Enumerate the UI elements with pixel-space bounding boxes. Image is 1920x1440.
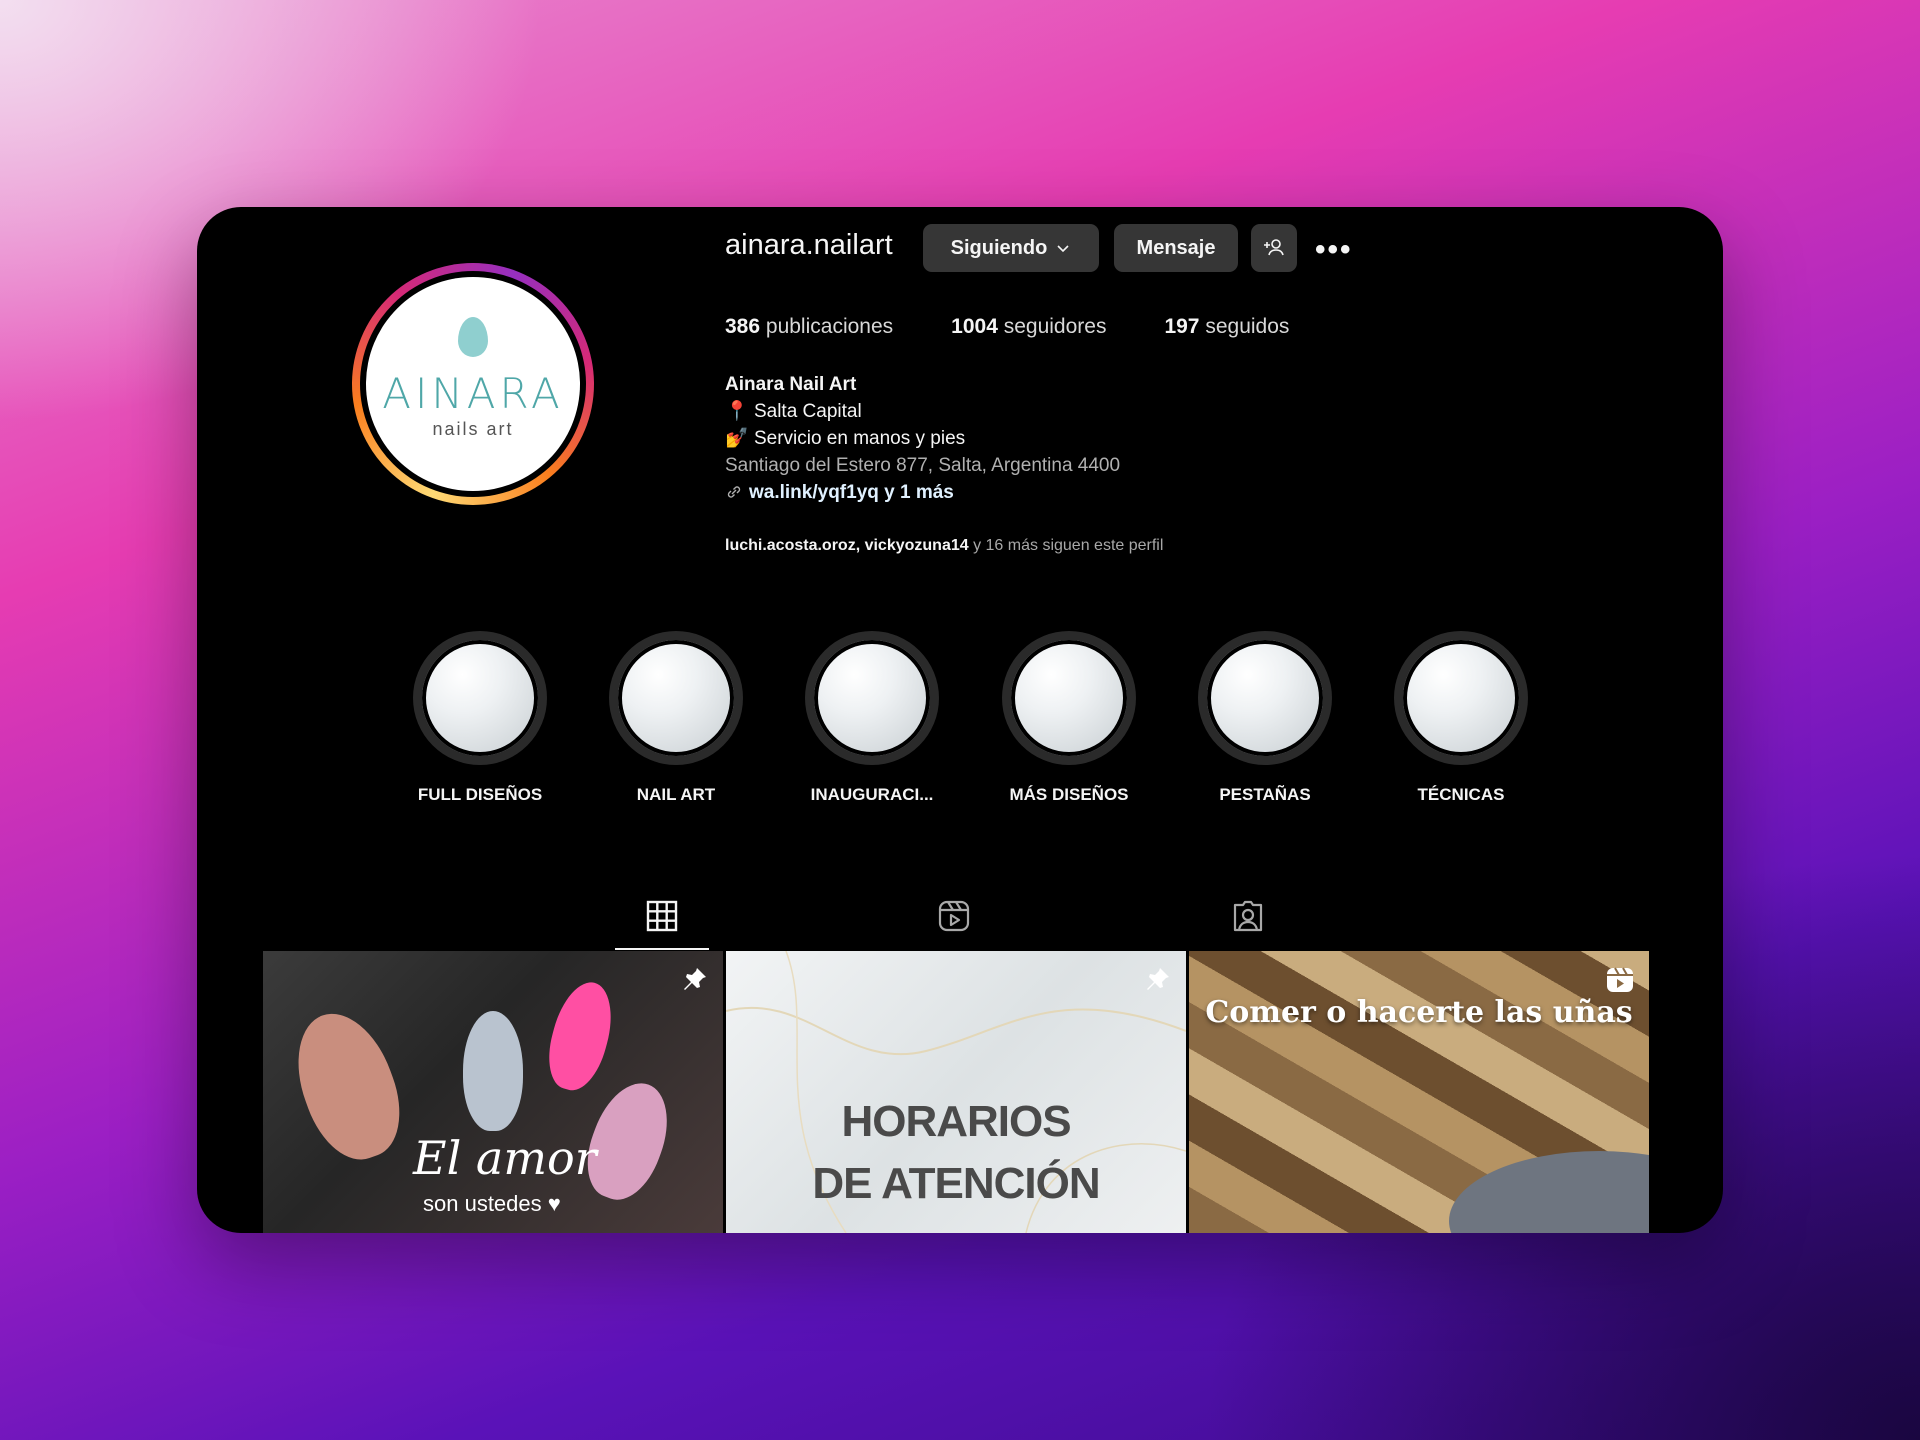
post-caption-line1: HORARIOS: [841, 1097, 1071, 1146]
reels-icon[interactable]: [937, 899, 971, 933]
profile-bio: Ainara Nail Art 📍 Salta Capital 💅 Servic…: [725, 371, 1425, 506]
nail-polish-emoji-icon: 💅: [725, 428, 749, 449]
bio-service-line: 💅 Servicio en manos y pies: [725, 425, 1425, 452]
highlight-item[interactable]: INAUGURACI...: [782, 631, 962, 805]
nail-shape: [280, 1000, 416, 1172]
stat-followers[interactable]: 1004 seguidores: [951, 315, 1106, 339]
post-caption-text: Comer o hacerte las uñas: [1205, 995, 1633, 1030]
followed-by-names[interactable]: luchi.acosta.oroz, vickyozuna14: [725, 537, 969, 554]
suggest-user-button[interactable]: [1251, 224, 1297, 272]
highlight-cover: [1403, 640, 1519, 756]
post-tile[interactable]: HORARIOS DE ATENCIÓN: [726, 951, 1186, 1233]
highlight-item[interactable]: MÁS DISEÑOS: [979, 631, 1159, 805]
message-button-label: Mensaje: [1136, 236, 1216, 259]
pin-icon: [1147, 968, 1169, 990]
post-caption-text: El amor: [413, 1131, 597, 1185]
highlight-cover: [1207, 640, 1323, 756]
highlight-item[interactable]: FULL DISEÑOS: [390, 631, 570, 805]
reel-icon: [1607, 967, 1633, 992]
followed-by-rest: y 16 más siguen este perfil: [968, 537, 1164, 554]
highlight-cover: [422, 640, 538, 756]
stat-label: publicaciones: [765, 315, 894, 338]
profile-window: AINARA nails art ainara.nailart Siguiend…: [197, 207, 1723, 1233]
highlight-label: MÁS DISEÑOS: [1009, 785, 1129, 804]
pin-icon: [684, 968, 706, 990]
post-caption-text: HORARIOS DE ATENCIÓN: [726, 1091, 1186, 1215]
stat-label: seguidos: [1205, 315, 1290, 338]
bio-service: Servicio en manos y pies: [753, 428, 966, 449]
avatar-logo-word: AINARA: [382, 369, 564, 418]
highlight-item[interactable]: NAIL ART: [586, 631, 766, 805]
highlight-cover: [618, 640, 734, 756]
nail-shape: [539, 975, 622, 1097]
nail-shape: [463, 1011, 523, 1131]
pin-emoji-icon: 📍: [725, 401, 749, 422]
bio-name: Ainara Nail Art: [725, 374, 857, 395]
stat-count: 1004: [951, 315, 998, 338]
link-icon: [727, 486, 741, 498]
highlight-label: NAIL ART: [636, 785, 716, 804]
bio-address: Santiago del Estero 877, Salta, Argentin…: [725, 455, 1121, 476]
profile-username: ainara.nailart: [725, 229, 893, 261]
post-tile[interactable]: El amor son ustedes ♥: [263, 951, 723, 1233]
highlight-cover: [1011, 640, 1127, 756]
chevron-down-icon: [1057, 245, 1069, 253]
highlight-label: PESTAÑAS: [1219, 785, 1311, 804]
stat-posts[interactable]: 386 publicaciones: [725, 315, 893, 339]
avatar-logo-sub: nails art: [432, 419, 514, 439]
add-person-icon: [1264, 239, 1284, 256]
grid-icon[interactable]: [645, 899, 679, 933]
bio-location: Salta Capital: [753, 401, 862, 422]
bio-link[interactable]: wa.link/yqf1yq y 1 más: [749, 482, 954, 503]
shadow-shape: [1449, 1151, 1649, 1233]
stat-label: seguidores: [1003, 315, 1107, 338]
highlight-item[interactable]: PESTAÑAS: [1175, 631, 1355, 805]
following-button[interactable]: Siguiendo: [923, 224, 1099, 272]
following-button-label: Siguiendo: [950, 236, 1048, 259]
message-button[interactable]: Mensaje: [1114, 224, 1238, 272]
post-tile[interactable]: Comer o hacerte las uñas: [1189, 951, 1649, 1233]
tagged-icon[interactable]: [1231, 899, 1265, 933]
bio-link-line[interactable]: wa.link/yqf1yq y 1 más: [725, 479, 1425, 506]
post-caption-line2: DE ATENCIÓN: [812, 1159, 1100, 1208]
bio-location-line: 📍 Salta Capital: [725, 398, 1425, 425]
highlight-label: INAUGURACI...: [810, 785, 934, 804]
highlight-item[interactable]: TÉCNICAS: [1371, 631, 1551, 805]
active-tab-indicator: [615, 948, 709, 950]
highlight-cover: [814, 640, 930, 756]
profile-avatar[interactable]: AINARA nails art: [352, 263, 594, 505]
highlight-label: FULL DISEÑOS: [417, 785, 543, 804]
stat-count: 197: [1164, 315, 1200, 338]
drop-logo-icon: [458, 317, 488, 357]
profile-stats: 386 publicaciones 1004 seguidores 197 se…: [725, 315, 1289, 339]
stat-following[interactable]: 197 seguidos: [1164, 315, 1289, 339]
post-caption-subtext: son ustedes ♥: [423, 1191, 561, 1216]
more-options-icon[interactable]: •••: [1315, 233, 1353, 267]
followed-by-text[interactable]: luchi.acosta.oroz, vickyozuna14 y 16 más…: [725, 537, 1163, 555]
stat-count: 386: [725, 315, 761, 338]
highlight-label: TÉCNICAS: [1417, 785, 1505, 804]
